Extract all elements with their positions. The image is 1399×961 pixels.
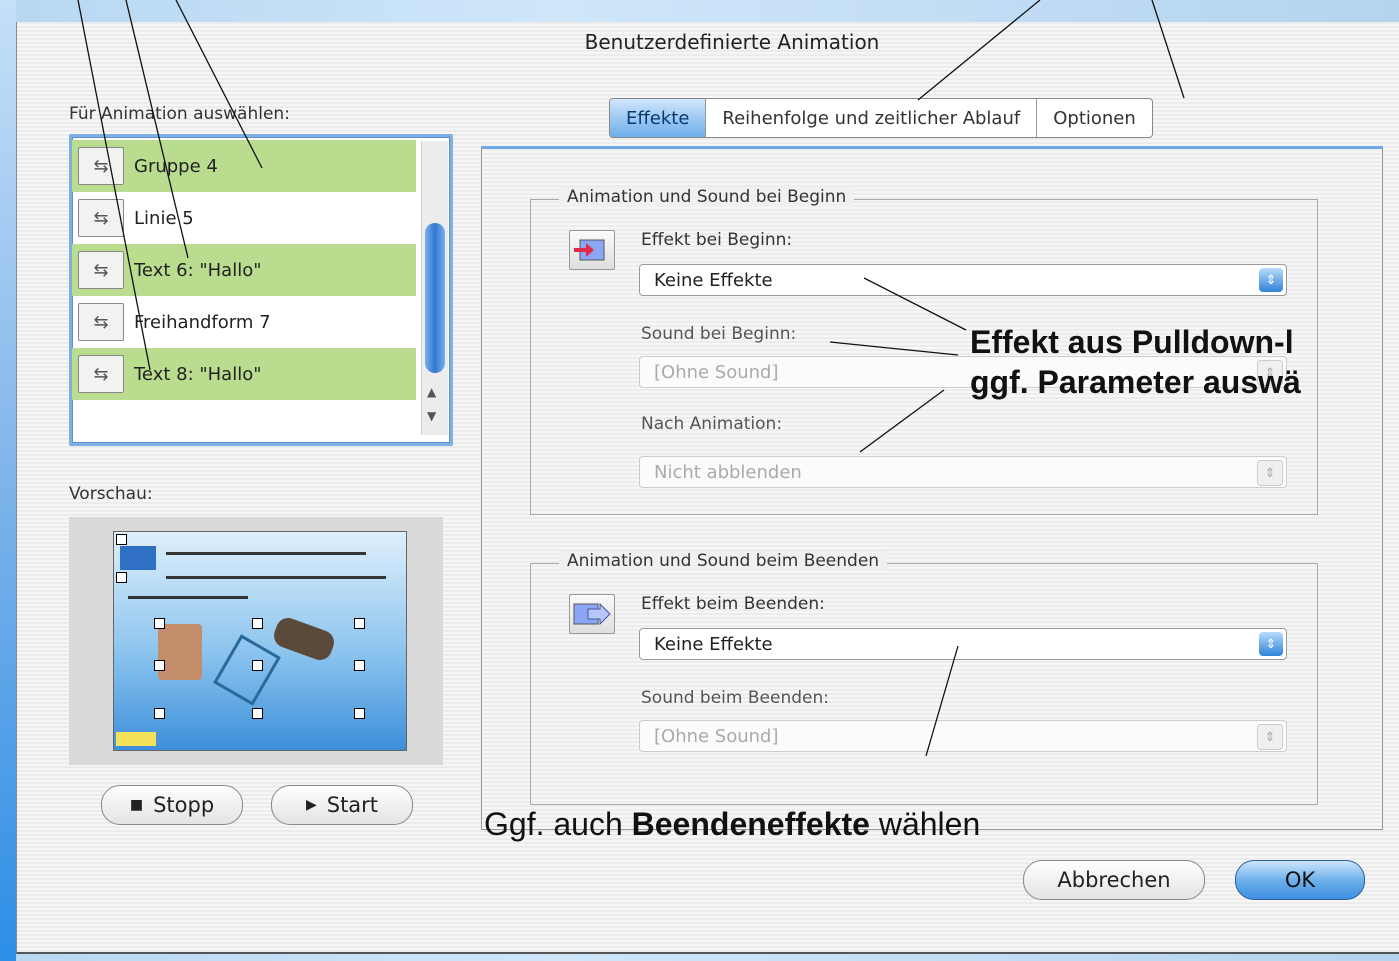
selection-handle <box>354 708 365 719</box>
ok-button-label: OK <box>1284 868 1316 892</box>
slide-shape <box>213 634 281 706</box>
end-sound-value: [Ohne Sound] <box>654 725 779 747</box>
animation-object-icon: ⇆ <box>78 147 124 185</box>
selection-handle <box>252 660 263 671</box>
list-scrollbar[interactable]: ▲ ▼ <box>421 141 448 435</box>
entrance-effect-icon <box>569 230 615 270</box>
effects-panel: Animation und Sound bei Beginn Effekt be… <box>481 146 1383 830</box>
preview-area <box>69 517 443 765</box>
start-button-label: Start <box>326 793 379 817</box>
slide-text-line <box>166 552 366 555</box>
begin-sound-value: [Ohne Sound] <box>654 361 779 383</box>
end-sound-label: Sound beim Beenden: <box>641 688 829 708</box>
selection-handle <box>154 660 165 671</box>
select-stepper-icon: ⇕ <box>1259 268 1283 292</box>
dialog-title: Benutzerdefinierte Animation <box>584 30 880 54</box>
preview-label: Vorschau: <box>69 484 153 504</box>
slide-text-line <box>166 576 386 579</box>
list-item-label: Gruppe 4 <box>134 155 218 177</box>
scrollbar-thumb[interactable] <box>425 223 445 373</box>
select-for-animation-label: Für Animation auswählen: <box>69 104 290 124</box>
begin-group-title: Animation und Sound bei Beginn <box>559 187 855 207</box>
selection-handle <box>154 618 165 629</box>
annotation-end-prefix: Ggf. auch <box>484 806 632 842</box>
scroll-up-arrow-icon[interactable]: ▲ <box>427 385 436 399</box>
cancel-button-label: Abbrechen <box>1057 868 1171 892</box>
annotation-end-suffix: wählen <box>869 806 981 842</box>
after-animation-value: Nicht abblenden <box>654 461 802 483</box>
selection-handle <box>252 618 263 629</box>
start-button[interactable]: ▶ Start <box>271 785 413 825</box>
animation-object-icon: ⇆ <box>78 303 124 341</box>
list-item[interactable]: ⇆ Freihandform 7 <box>72 296 416 348</box>
list-item[interactable]: ⇆ Text 8: "Hallo" <box>72 348 416 400</box>
after-animation-select[interactable]: Nicht abblenden ⇕ <box>639 456 1287 488</box>
animation-object-icon: ⇆ <box>78 355 124 393</box>
stop-button-label: Stopp <box>153 793 215 817</box>
list-item-label: Text 6: "Hallo" <box>134 259 262 281</box>
selection-handle <box>154 708 165 719</box>
tab-bar: Effekte Reihenfolge und zeitlicher Ablau… <box>609 98 1153 138</box>
slide-thumbnail <box>113 531 407 751</box>
tab-order-timing[interactable]: Reihenfolge und zeitlicher Ablauf <box>706 99 1038 137</box>
tab-options[interactable]: Optionen <box>1037 99 1152 137</box>
begin-sound-label: Sound bei Beginn: <box>641 324 797 344</box>
ok-button[interactable]: OK <box>1235 860 1365 900</box>
selection-handle <box>354 618 365 629</box>
list-item-label: Freihandform 7 <box>134 311 271 333</box>
animation-object-list[interactable]: ⇆ Gruppe 4 ⇆ Linie 5 ⇆ Text 6: "Hallo" ⇆… <box>69 134 453 446</box>
after-animation-label: Nach Animation: <box>641 414 783 434</box>
end-group: Animation und Sound beim Beenden Effekt … <box>530 551 1318 805</box>
end-effect-select[interactable]: Keine Effekte ⇕ <box>639 628 1287 660</box>
scroll-down-arrow-icon[interactable]: ▼ <box>427 409 436 423</box>
list-item[interactable]: ⇆ Gruppe 4 <box>72 140 416 192</box>
tab-effects[interactable]: Effekte <box>610 99 707 137</box>
list-item-label: Text 8: "Hallo" <box>134 363 262 385</box>
slide-drawing <box>270 614 338 664</box>
animation-object-icon: ⇆ <box>78 251 124 289</box>
selection-handle <box>354 660 365 671</box>
list-item[interactable]: ⇆ Text 6: "Hallo" <box>72 244 416 296</box>
select-stepper-icon: ⇕ <box>1259 632 1283 656</box>
background-stripe <box>0 0 16 961</box>
play-icon: ▶ <box>305 797 317 813</box>
animation-object-icon: ⇆ <box>78 199 124 237</box>
end-effect-label: Effekt beim Beenden: <box>641 594 825 614</box>
select-stepper-icon: ⇕ <box>1257 460 1283 486</box>
end-group-title: Animation und Sound beim Beenden <box>559 551 888 571</box>
selection-handle <box>252 708 263 719</box>
annotation-pulldown-line2: ggf. Parameter auswä <box>970 364 1301 400</box>
annotation-end-effects: Ggf. auch Beendeneffekte wählen <box>484 806 980 843</box>
end-sound-select[interactable]: [Ohne Sound] ⇕ <box>639 720 1287 752</box>
end-effect-value: Keine Effekte <box>654 633 773 655</box>
annotation-pulldown-line1: Effekt aus Pulldown-l <box>970 324 1294 360</box>
list-item[interactable]: ⇆ Linie 5 <box>72 192 416 244</box>
begin-effect-select[interactable]: Keine Effekte ⇕ <box>639 264 1287 296</box>
slide-element <box>120 546 156 570</box>
selection-handle <box>116 534 127 545</box>
selection-handle <box>116 572 127 583</box>
begin-effect-value: Keine Effekte <box>654 269 773 291</box>
stop-button[interactable]: ■ Stopp <box>101 785 243 825</box>
slide-photo <box>158 624 202 680</box>
begin-effect-label: Effekt bei Beginn: <box>641 230 793 250</box>
stop-icon: ■ <box>129 797 144 813</box>
slide-label <box>116 732 156 746</box>
exit-effect-icon <box>569 594 615 634</box>
list-item-label: Linie 5 <box>134 207 194 229</box>
annotation-end-bold: Beendeneffekte <box>631 806 870 842</box>
select-stepper-icon: ⇕ <box>1257 724 1283 750</box>
cancel-button[interactable]: Abbrechen <box>1023 860 1205 900</box>
slide-text-line <box>128 596 248 599</box>
